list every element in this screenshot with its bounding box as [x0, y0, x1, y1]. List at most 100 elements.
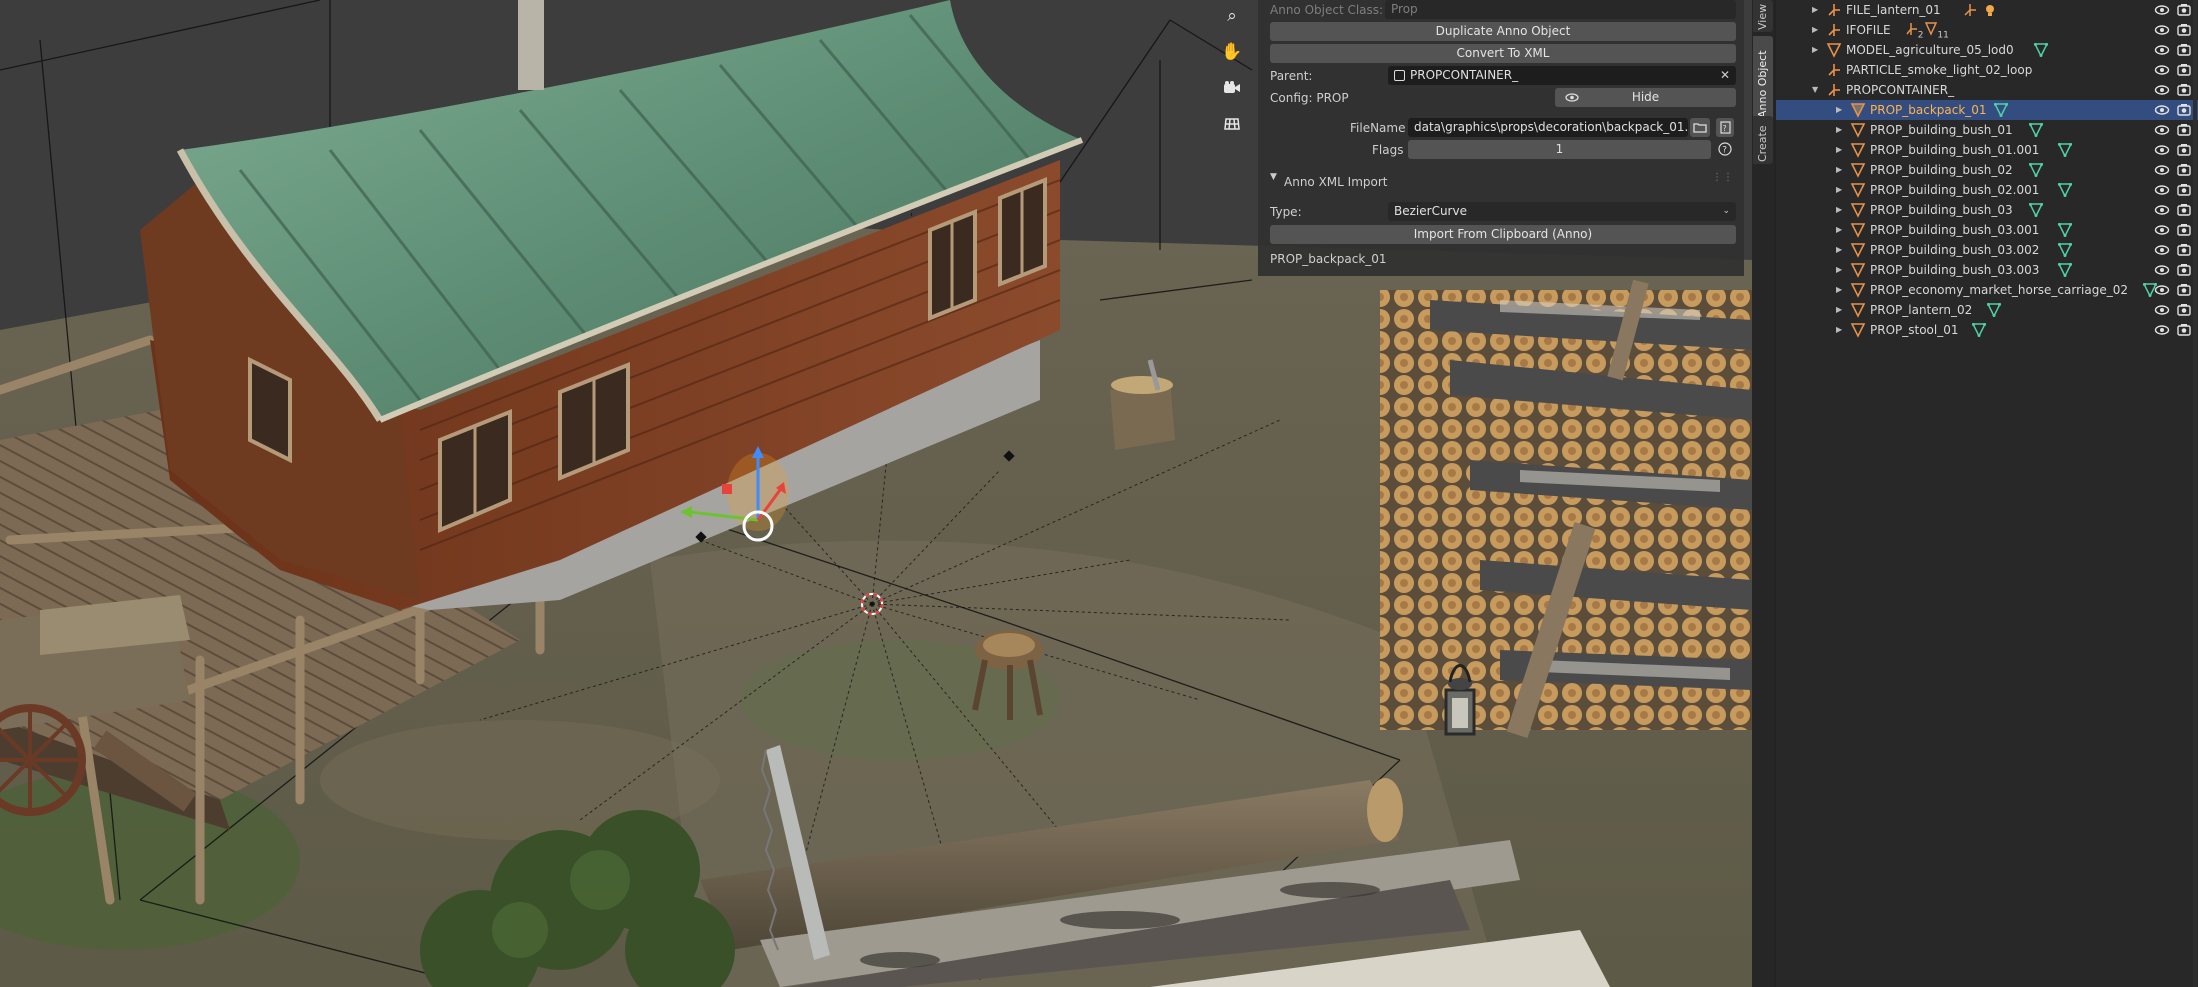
render-camera-icon[interactable] — [2176, 120, 2192, 140]
render-camera-icon[interactable] — [2176, 180, 2192, 200]
grid-icon[interactable] — [1218, 110, 1246, 138]
hide-button[interactable]: Hide — [1555, 88, 1736, 107]
outliner-scrollbar[interactable] — [2193, 0, 2197, 987]
expand-right-icon[interactable]: ▶ — [1836, 240, 1842, 260]
render-camera-icon[interactable] — [2176, 80, 2192, 100]
mesh-data-icon[interactable] — [2057, 183, 2072, 198]
3d-viewport[interactable]: ⌕ ✋ Anno Object Class: Prop Duplicate An… — [0, 0, 1752, 987]
mesh-data-icon[interactable] — [2057, 143, 2072, 158]
visibility-eye-icon[interactable] — [2154, 160, 2170, 180]
expand-right-icon[interactable]: ▶ — [1836, 280, 1842, 300]
tab-view[interactable]: View — [1753, 0, 1773, 32]
mesh-data-icon[interactable] — [2028, 123, 2044, 138]
render-camera-icon[interactable] — [2176, 280, 2192, 300]
visibility-eye-icon[interactable] — [2154, 80, 2170, 100]
filename-input[interactable]: data\graphics\props\decoration\backpack_… — [1408, 118, 1688, 137]
expand-right-icon[interactable]: ▶ — [1836, 180, 1842, 200]
flags-input[interactable]: 1 — [1408, 140, 1711, 159]
outliner-row[interactable]: ▶ PROP_backpack_01 — [1776, 100, 2198, 120]
render-camera-icon[interactable] — [2176, 140, 2192, 160]
duplicate-anno-object-button[interactable]: Duplicate Anno Object — [1270, 22, 1736, 41]
outliner-row[interactable]: ▼ PROPCONTAINER_ — [1776, 80, 2198, 100]
expand-right-icon[interactable]: ▶ — [1836, 160, 1842, 180]
visibility-eye-icon[interactable] — [2154, 220, 2170, 240]
expand-right-icon[interactable]: ▶ — [1836, 200, 1842, 220]
render-camera-icon[interactable] — [2176, 300, 2192, 320]
camera-icon[interactable] — [1218, 74, 1246, 102]
expand-right-icon[interactable]: ▶ — [1836, 100, 1842, 120]
outliner-row[interactable]: PARTICLE_smoke_light_02_loop — [1776, 60, 2198, 80]
outliner-row[interactable]: ▶ PROP_building_bush_02 — [1776, 160, 2198, 180]
import-from-clipboard-button[interactable]: Import From Clipboard (Anno) — [1270, 225, 1736, 244]
help-icon[interactable]: ? — [1716, 140, 1734, 159]
expand-right-icon[interactable]: ▶ — [1836, 300, 1842, 320]
outliner-row[interactable]: ▶ PROP_building_bush_02.001 — [1776, 180, 2198, 200]
parent-field[interactable]: PROPCONTAINER_ ✕ — [1388, 66, 1736, 85]
visibility-eye-icon[interactable] — [2154, 0, 2170, 20]
visibility-eye-icon[interactable] — [2154, 300, 2170, 320]
expand-right-icon[interactable]: ▶ — [1836, 140, 1842, 160]
tab-create[interactable]: Create — [1753, 116, 1773, 164]
mesh-data-icon[interactable] — [2028, 163, 2044, 178]
expand-right-icon[interactable]: ▶ — [1836, 260, 1842, 280]
mesh-data-icon[interactable] — [1993, 103, 2008, 118]
render-camera-icon[interactable] — [2176, 0, 2192, 20]
clear-icon[interactable]: ✕ — [1720, 66, 1730, 85]
tab-anno-object[interactable]: Anno Object — [1753, 36, 1773, 122]
outliner-row[interactable]: ▶ PROP_stool_01 — [1776, 320, 2198, 340]
light-icon[interactable] — [1983, 3, 1997, 17]
render-camera-icon[interactable] — [2176, 260, 2192, 280]
visibility-eye-icon[interactable] — [2154, 200, 2170, 220]
render-camera-icon[interactable] — [2176, 220, 2192, 240]
mesh-data-icon[interactable] — [2028, 203, 2044, 218]
render-camera-icon[interactable] — [2176, 320, 2192, 340]
expand-right-icon[interactable]: ▶ — [1812, 20, 1818, 40]
expand-right-icon[interactable]: ▶ — [1812, 40, 1818, 60]
expand-right-icon[interactable]: ▶ — [1812, 0, 1818, 20]
file-browse-icon[interactable]: ? — [1716, 118, 1734, 137]
visibility-eye-icon[interactable] — [2154, 20, 2170, 40]
visibility-eye-icon[interactable] — [2154, 60, 2170, 80]
anno-xml-import-header[interactable]: ▼ Anno XML Import ⋮⋮ — [1258, 172, 1744, 192]
render-camera-icon[interactable] — [2176, 240, 2192, 260]
hand-pan-icon[interactable]: ✋ — [1218, 38, 1246, 66]
visibility-eye-icon[interactable] — [2154, 120, 2170, 140]
render-camera-icon[interactable] — [2176, 60, 2192, 80]
mesh-data-icon[interactable] — [1986, 303, 2001, 318]
outliner-row[interactable]: ▶ PROP_building_bush_03.003 — [1776, 260, 2198, 280]
outliner-row[interactable]: ▶ PROP_building_bush_03.002 — [1776, 240, 2198, 260]
outliner-row[interactable]: ▶ PROP_lantern_02 — [1776, 300, 2198, 320]
mesh-data-icon[interactable] — [2057, 223, 2072, 238]
drag-handle-icon[interactable]: ⋮⋮ — [1712, 172, 1734, 183]
outliner-row[interactable]: ▶ PROP_economy_market_horse_carriage_02 — [1776, 280, 2198, 300]
outliner-row[interactable]: ▶ PROP_building_bush_03 — [1776, 200, 2198, 220]
visibility-eye-icon[interactable] — [2154, 180, 2170, 200]
mesh-data-icon[interactable] — [2033, 43, 2048, 58]
outliner-row[interactable]: ▶ PROP_building_bush_03.001 — [1776, 220, 2198, 240]
expand-right-icon[interactable]: ▶ — [1836, 320, 1842, 340]
render-camera-icon[interactable] — [2176, 100, 2192, 120]
visibility-eye-icon[interactable] — [2154, 140, 2170, 160]
outliner-row[interactable]: ▶ MODEL_agriculture_05_lod0 — [1776, 40, 2198, 60]
visibility-eye-icon[interactable] — [2154, 40, 2170, 60]
outliner-row[interactable]: ▶ FILE_lantern_01 — [1776, 0, 2198, 20]
render-camera-icon[interactable] — [2176, 160, 2192, 180]
render-camera-icon[interactable] — [2176, 20, 2192, 40]
type-select[interactable]: BezierCurve ⌄ — [1388, 202, 1736, 221]
outliner-row[interactable]: ▶ PROP_building_bush_01.001 — [1776, 140, 2198, 160]
expand-right-icon[interactable]: ▶ — [1836, 220, 1842, 240]
zoom-icon[interactable]: ⌕ — [1218, 2, 1246, 30]
render-camera-icon[interactable] — [2176, 40, 2192, 60]
expand-right-icon[interactable]: ▶ — [1836, 120, 1842, 140]
mesh-data-icon[interactable] — [1972, 323, 1987, 338]
visibility-eye-icon[interactable] — [2154, 320, 2170, 340]
render-camera-icon[interactable] — [2176, 200, 2192, 220]
visibility-eye-icon[interactable] — [2154, 280, 2170, 300]
mesh-data-icon[interactable] — [2057, 243, 2072, 258]
outliner-row[interactable]: ▶ PROP_building_bush_01 — [1776, 120, 2198, 140]
folder-icon[interactable] — [1690, 118, 1710, 137]
outliner-row[interactable]: ▶ IFOFILE 2 11 — [1776, 20, 2198, 40]
visibility-eye-icon[interactable] — [2154, 100, 2170, 120]
convert-to-xml-button[interactable]: Convert To XML — [1270, 44, 1736, 63]
visibility-eye-icon[interactable] — [2154, 240, 2170, 260]
